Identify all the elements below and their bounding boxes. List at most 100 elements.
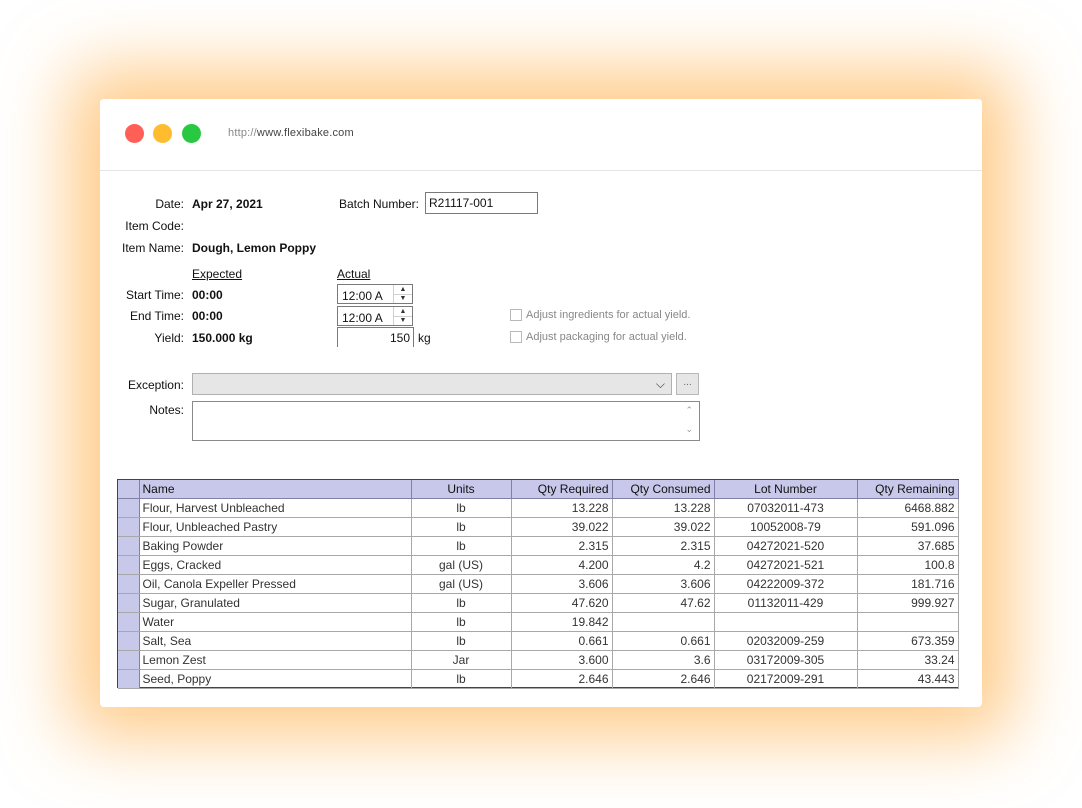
end-time-arrows: ▲ ▼: [393, 307, 412, 325]
table-row[interactable]: Oil, Canola Expeller Pressed gal (US) 3.60…: [118, 574, 959, 594]
cell-qty-required: 2.646: [511, 669, 613, 689]
cell-name: Seed, Poppy: [139, 669, 412, 689]
cell-qty-required: 39.022: [511, 517, 613, 537]
item-name-label: Item Name:: [121, 241, 184, 255]
table-row[interactable]: Baking Powder lb 2.315 2.315 04272021-520 37.…: [118, 536, 959, 556]
cell-lot-number: 02172009-291: [714, 669, 858, 689]
column-header-lot-number[interactable]: Lot Number: [714, 480, 858, 499]
cell-name: Oil, Canola Expeller Pressed: [139, 574, 412, 594]
scroll-up-icon[interactable]: ⌃: [685, 405, 693, 416]
cell-units: lb: [411, 593, 512, 613]
cell-lot-number: 04272021-520: [714, 536, 858, 556]
column-header-qty-consumed[interactable]: Qty Consumed: [612, 480, 715, 499]
cell-lot-number: 07032011-473: [714, 498, 858, 518]
maximize-button[interactable]: [182, 124, 201, 143]
adjust-ingredients-checkbox[interactable]: [510, 309, 522, 321]
cell-qty-consumed[interactable]: 3.606: [612, 574, 715, 594]
table-row[interactable]: Flour, Unbleached Pastry lb 39.022 39.022 10…: [118, 517, 959, 537]
row-selector[interactable]: [118, 593, 140, 613]
close-button[interactable]: [125, 124, 144, 143]
end-time-expected: 00:00: [192, 309, 223, 323]
cell-units: gal (US): [411, 555, 512, 575]
table-row[interactable]: Seed, Poppy lb 2.646 2.646 02172009-291 43.44…: [118, 669, 959, 689]
table-row[interactable]: Water lb 19.842: [118, 612, 959, 632]
cell-qty-consumed[interactable]: 3.6: [612, 650, 715, 670]
batch-number-label: Batch Number:: [338, 197, 419, 211]
end-time-actual: 12:00 A: [342, 311, 383, 325]
table-header-row: Name Units Qty Required Qty Consumed Lot…: [118, 480, 959, 499]
title-bar: http://www.flexibake.com: [100, 99, 982, 171]
minimize-button[interactable]: [153, 124, 172, 143]
row-selector[interactable]: [118, 631, 140, 651]
cell-qty-remaining: 673.359: [857, 631, 959, 651]
table-row[interactable]: Salt, Sea lb 0.661 0.661 02032009-259 673.359: [118, 631, 959, 651]
column-header-units[interactable]: Units: [411, 480, 512, 499]
cell-name: Sugar, Granulated: [139, 593, 412, 613]
cell-units: lb: [411, 612, 512, 632]
cell-units: lb: [411, 669, 512, 689]
row-selector[interactable]: [118, 612, 140, 632]
ingredients-table: Name Units Qty Required Qty Consumed Lot…: [118, 480, 959, 689]
cell-units: gal (US): [411, 574, 512, 594]
row-selector[interactable]: [118, 536, 140, 556]
cell-qty-consumed[interactable]: 2.315: [612, 536, 715, 556]
row-selector[interactable]: [118, 669, 140, 689]
batch-number-input[interactable]: R21117-001: [425, 192, 538, 214]
row-selector-header: [118, 480, 140, 499]
yield-actual-input[interactable]: 150: [337, 327, 414, 347]
column-header-name[interactable]: Name: [139, 480, 412, 499]
notes-label: Notes:: [149, 403, 184, 417]
cell-lot-number: 01132011-429: [714, 593, 858, 613]
cell-lot-number: 10052008-79: [714, 517, 858, 537]
cell-units: lb: [411, 498, 512, 518]
cell-qty-consumed[interactable]: 2.646: [612, 669, 715, 689]
cell-qty-remaining: 999.927: [857, 593, 959, 613]
start-time-down-icon[interactable]: ▼: [394, 294, 412, 303]
cell-lot-number: 03172009-305: [714, 650, 858, 670]
cell-units: lb: [411, 517, 512, 537]
table-row[interactable]: Lemon Zest Jar 3.600 3.6 03172009-305 33.24: [118, 650, 959, 670]
row-selector[interactable]: [118, 498, 140, 518]
table-row[interactable]: Eggs, Cracked gal (US) 4.200 4.2 04272021-52…: [118, 555, 959, 575]
cell-name: Lemon Zest: [139, 650, 412, 670]
cell-qty-required: 3.600: [511, 650, 613, 670]
scroll-down-icon[interactable]: ⌄: [685, 424, 693, 435]
cell-qty-consumed[interactable]: 13.228: [612, 498, 715, 518]
cell-qty-consumed[interactable]: 47.62: [612, 593, 715, 613]
exception-label: Exception:: [127, 378, 184, 392]
cell-name: Flour, Unbleached Pastry: [139, 517, 412, 537]
table-row[interactable]: Sugar, Granulated lb 47.620 47.62 01132011-4…: [118, 593, 959, 613]
ingredients-grid: Name Units Qty Required Qty Consumed Lot…: [117, 479, 959, 689]
url-text: http://www.flexibake.com: [228, 127, 354, 139]
notes-textarea[interactable]: ⌃ ⌄: [192, 401, 700, 441]
cell-qty-remaining: 33.24: [857, 650, 959, 670]
date-label: Date:: [155, 197, 184, 211]
cell-lot-number: 04272021-521: [714, 555, 858, 575]
cell-qty-consumed[interactable]: 39.022: [612, 517, 715, 537]
start-time-actual: 12:00 A: [342, 289, 383, 303]
adjust-packaging-label: Adjust packaging for actual yield.: [526, 331, 687, 343]
row-selector[interactable]: [118, 517, 140, 537]
cell-qty-required: 4.200: [511, 555, 613, 575]
end-time-spinner[interactable]: 12:00 A ▲ ▼: [337, 306, 413, 326]
adjust-packaging-checkbox[interactable]: [510, 331, 522, 343]
table-row[interactable]: Flour, Harvest Unbleached lb 13.228 13.228 0…: [118, 498, 959, 518]
row-selector[interactable]: [118, 650, 140, 670]
cell-qty-consumed[interactable]: 4.2: [612, 555, 715, 575]
cell-qty-remaining: 181.716: [857, 574, 959, 594]
exception-browse-button[interactable]: ...: [676, 373, 699, 395]
cell-name: Water: [139, 612, 412, 632]
exception-dropdown[interactable]: ⌵: [192, 373, 672, 395]
cell-qty-consumed[interactable]: [612, 612, 715, 632]
row-selector[interactable]: [118, 555, 140, 575]
column-header-qty-required[interactable]: Qty Required: [511, 480, 613, 499]
cell-qty-required: 3.606: [511, 574, 613, 594]
end-time-down-icon[interactable]: ▼: [394, 316, 412, 325]
column-header-qty-remaining[interactable]: Qty Remaining: [857, 480, 959, 499]
cell-lot-number: 04222009-372: [714, 574, 858, 594]
cell-qty-consumed[interactable]: 0.661: [612, 631, 715, 651]
actual-header: Actual: [337, 267, 371, 281]
start-time-spinner[interactable]: 12:00 A ▲ ▼: [337, 284, 413, 304]
row-selector[interactable]: [118, 574, 140, 594]
cell-qty-remaining: 37.685: [857, 536, 959, 556]
